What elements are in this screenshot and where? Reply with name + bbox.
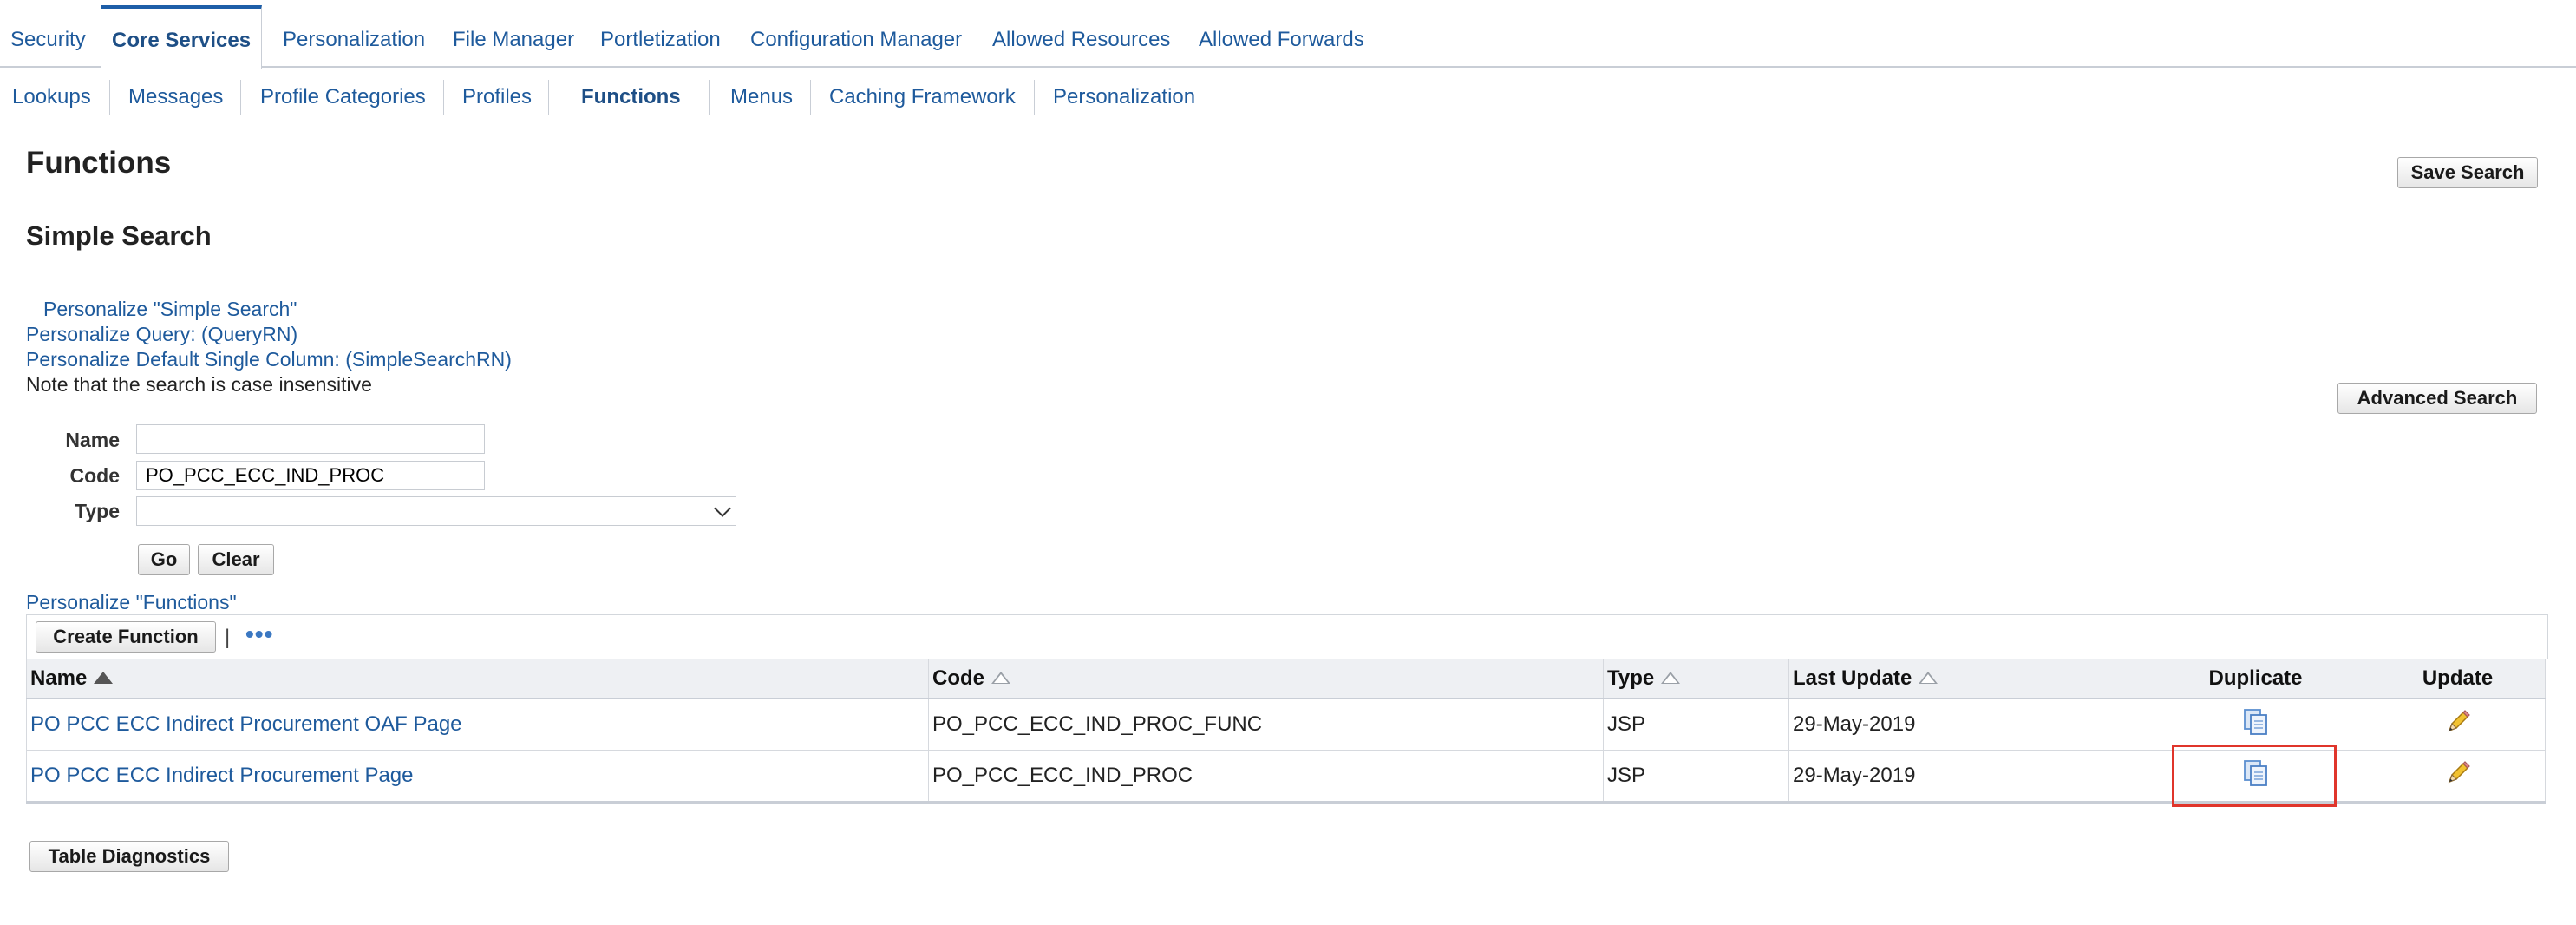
tab-portletization[interactable]: Portletization	[590, 7, 731, 66]
code-input[interactable]	[136, 461, 485, 490]
subtab-profiles[interactable]: Profiles	[462, 76, 532, 118]
functions-table: Name Code Type Last Update Duplicate Upd…	[26, 659, 2546, 804]
function-code: PO_PCC_ECC_IND_PROC	[928, 750, 1604, 804]
table-diagnostics-button[interactable]: Table Diagnostics	[29, 841, 229, 872]
tab-core-services[interactable]: Core Services	[101, 5, 263, 69]
sort-icon[interactable]	[1661, 671, 1681, 684]
case-insensitive-note: Note that the search is case insensitive	[26, 373, 372, 396]
subtab-functions[interactable]: Functions	[581, 76, 681, 118]
last-update-date: 29-May-2019	[1788, 750, 2141, 804]
sort-ascending-icon[interactable]	[94, 671, 114, 684]
main-tab-bar: Security Core Services Personalization F…	[0, 0, 2576, 69]
sort-icon[interactable]	[991, 671, 1010, 684]
tab-allowed-forwards[interactable]: Allowed Forwards	[1188, 7, 1375, 66]
toolbar-separator: |	[225, 626, 231, 649]
table-header-row: Name Code Type Last Update Duplicate Upd…	[26, 659, 2546, 699]
create-function-button[interactable]: Create Function	[36, 621, 216, 653]
subtab-divider	[1034, 80, 1035, 115]
advanced-search-button[interactable]: Advanced Search	[2337, 383, 2537, 414]
clear-button[interactable]: Clear	[198, 544, 274, 575]
name-input[interactable]	[136, 424, 485, 454]
function-name-link[interactable]: PO PCC ECC Indirect Procurement OAF Page	[30, 712, 462, 736]
last-update-date: 29-May-2019	[1788, 699, 2141, 751]
save-search-button[interactable]: Save Search	[2397, 157, 2538, 188]
subtab-lookups[interactable]: Lookups	[12, 76, 91, 118]
tab-security[interactable]: Security	[0, 7, 96, 66]
more-actions-icon[interactable]: •••	[245, 622, 273, 646]
type-label: Type	[75, 500, 120, 522]
column-header-update: Update	[2370, 659, 2546, 699]
column-header-code[interactable]: Code	[928, 659, 1604, 699]
section-title: Simple Search	[26, 220, 212, 251]
subtab-divider	[443, 80, 444, 115]
subtab-divider	[240, 80, 241, 115]
go-button[interactable]: Go	[138, 544, 190, 575]
column-header-duplicate: Duplicate	[2141, 659, 2370, 699]
code-label: Code	[69, 464, 121, 487]
subtab-divider	[709, 80, 710, 115]
sort-icon[interactable]	[1919, 671, 1939, 684]
function-type: JSP	[1603, 750, 1789, 804]
type-select[interactable]	[136, 496, 736, 526]
column-header-last-update[interactable]: Last Update	[1788, 659, 2141, 699]
function-code: PO_PCC_ECC_IND_PROC_FUNC	[928, 699, 1604, 751]
name-label: Name	[65, 429, 120, 451]
tab-allowed-resources[interactable]: Allowed Resources	[982, 7, 1180, 66]
results-toolbar: Create Function | •••	[26, 614, 2548, 659]
table-row: PO PCC ECC Indirect Procurement Page PO_…	[26, 750, 2546, 804]
subtab-menus[interactable]: Menus	[730, 76, 793, 118]
tab-configuration-manager[interactable]: Configuration Manager	[740, 7, 972, 66]
pencil-icon[interactable]	[2444, 708, 2472, 742]
pencil-icon[interactable]	[2444, 759, 2472, 793]
function-type: JSP	[1603, 699, 1789, 751]
personalize-query-link[interactable]: Personalize Query: (QueryRN)	[26, 323, 297, 346]
subtab-divider	[548, 80, 549, 115]
subtab-divider	[810, 80, 811, 115]
highlight-box	[2172, 745, 2337, 807]
subtab-divider	[109, 80, 110, 115]
subtab-caching-framework[interactable]: Caching Framework	[829, 76, 1016, 118]
chevron-down-icon	[714, 500, 731, 517]
personalize-simple-search-link[interactable]: Personalize "Simple Search"	[43, 298, 297, 321]
tab-personalization[interactable]: Personalization	[272, 7, 435, 66]
page-title: Functions	[26, 146, 172, 180]
subtab-personalization[interactable]: Personalization	[1053, 76, 1195, 118]
column-header-name[interactable]: Name	[26, 659, 929, 699]
duplicate-icon[interactable]	[2243, 708, 2269, 742]
table-row: PO PCC ECC Indirect Procurement OAF Page…	[26, 699, 2546, 751]
subtab-profile-categories[interactable]: Profile Categories	[260, 76, 426, 118]
subtab-messages[interactable]: Messages	[128, 76, 223, 118]
personalize-functions-link[interactable]: Personalize "Functions"	[26, 591, 237, 614]
column-header-type[interactable]: Type	[1603, 659, 1789, 699]
tab-file-manager[interactable]: File Manager	[442, 7, 585, 66]
function-name-link[interactable]: PO PCC ECC Indirect Procurement Page	[30, 764, 414, 787]
personalize-column-link[interactable]: Personalize Default Single Column: (Simp…	[26, 348, 512, 371]
